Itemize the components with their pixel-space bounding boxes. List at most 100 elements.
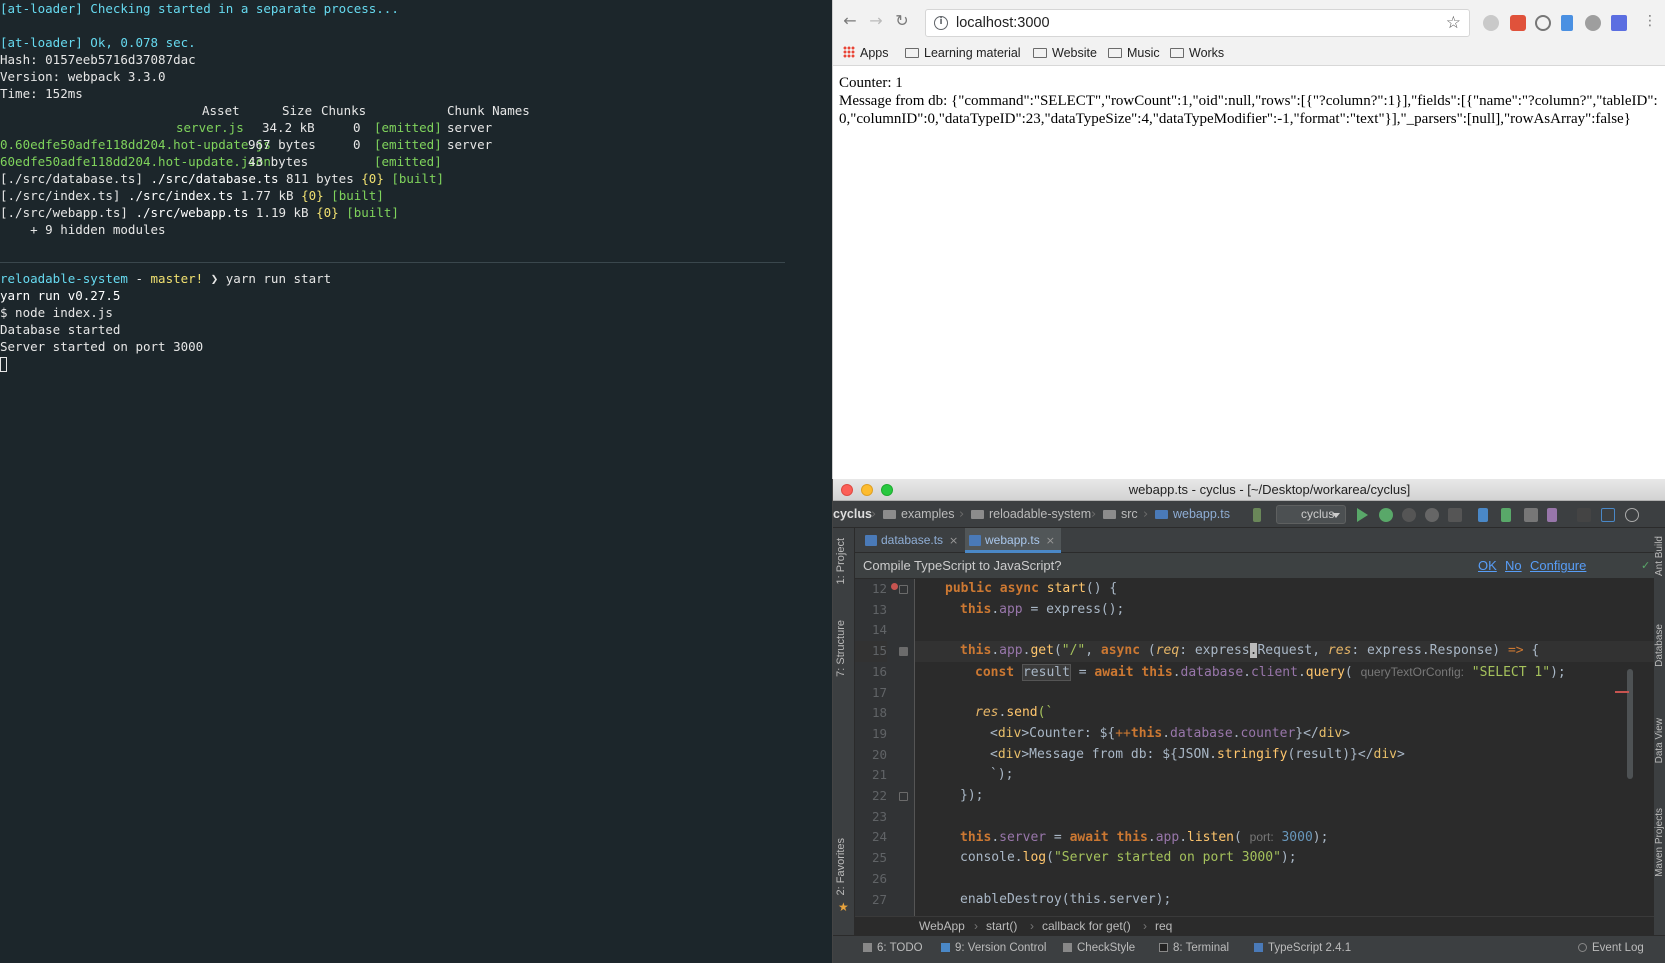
breadcrumb-callback[interactable]: callback for get() (1042, 917, 1131, 935)
tool-tab-data-view[interactable]: Data View (1654, 718, 1665, 763)
terminal-line: Hash: 0157eeb5716d37087dac (0, 51, 444, 68)
editor-scrollbar-thumb[interactable] (1627, 669, 1633, 779)
nav-crumb-examples[interactable]: examples (883, 507, 955, 521)
fold-marker-icon[interactable] (899, 585, 908, 594)
vcs-revert-icon[interactable] (1547, 508, 1557, 522)
close-tab-icon[interactable]: × (1046, 534, 1055, 547)
ublock-icon[interactable] (1510, 15, 1526, 31)
bookmark-works[interactable]: Works (1170, 45, 1224, 61)
module-path: ./src/index.ts (127, 188, 234, 203)
bookmark-learning-material[interactable]: Learning material (905, 45, 1021, 61)
nav-crumb-reloadable-system[interactable]: reloadable-system (971, 507, 1091, 521)
banner-no-link[interactable]: No (1505, 553, 1522, 579)
vcs-commit-icon[interactable] (1501, 508, 1511, 522)
method-name: get (1030, 643, 1054, 659)
editor-breadcrumb: WebApp › start() › callback for get() › … (855, 916, 1654, 935)
run-configuration-select[interactable]: cyclus (1276, 505, 1346, 524)
build-icon[interactable] (1253, 508, 1261, 522)
breadcrumb-class[interactable]: WebApp (919, 917, 965, 935)
banner-configure-link[interactable]: Configure (1530, 553, 1586, 579)
nav-crumb-file[interactable]: webapp.ts (1155, 507, 1230, 521)
forward-arrow-icon[interactable]: → (867, 12, 885, 30)
terminal-split-divider[interactable] (0, 262, 785, 263)
run-play-icon[interactable] (1357, 508, 1368, 522)
todo-icon (863, 943, 872, 952)
status-typescript[interactable]: TypeScript 2.4.1 (1254, 942, 1351, 954)
fold-marker-icon[interactable] (899, 647, 908, 656)
nav-crumb-project[interactable]: cyclus (833, 507, 872, 521)
code-editor[interactable]: 12 13 14 15 16 17 18 19 20 21 22 23 24 2… (855, 579, 1654, 916)
ide-window-title: webapp.ts - cyclus - [~/Desktop/workarea… (1128, 482, 1411, 497)
vue-devtools-icon[interactable] (1561, 15, 1573, 31)
breadcrumb-param[interactable]: req (1155, 917, 1172, 935)
stop-icon[interactable] (1448, 508, 1462, 522)
compile-notification-banner: Compile TypeScript to JavaScript? OK No … (855, 553, 1654, 579)
tool-tab-ant-build[interactable]: Ant Build (1654, 536, 1665, 576)
ide-window[interactable]: webapp.ts - cyclus - [~/Desktop/workarea… (832, 479, 1665, 963)
keyword: this (960, 643, 992, 659)
profile-icon[interactable] (1425, 508, 1439, 522)
code-text: () { (1085, 581, 1118, 596)
stop-square-icon[interactable] (1577, 508, 1591, 522)
extension-icon[interactable] (1535, 15, 1551, 31)
terminal-cursor-line (0, 355, 785, 372)
override-marker-icon[interactable] (891, 583, 898, 590)
status-terminal[interactable]: 8: Terminal (1159, 942, 1229, 954)
search-icon[interactable] (1625, 508, 1639, 522)
extension-icon[interactable] (1585, 15, 1601, 31)
bookmark-music[interactable]: Music (1108, 45, 1160, 61)
status-checkstyle[interactable]: CheckStyle (1063, 942, 1135, 954)
module-built: [built] (391, 171, 445, 186)
tool-tab-structure[interactable]: 7: Structure (835, 620, 847, 677)
chevron-right-icon: › (974, 919, 978, 933)
editor-gutter: 12 13 14 15 16 17 18 19 20 21 22 23 24 2… (855, 579, 915, 916)
member: counter (1240, 725, 1296, 741)
tool-tab-database[interactable]: Database (1654, 624, 1665, 667)
code-text: . (991, 643, 1000, 659)
tab-webapp-ts[interactable]: webapp.ts × (965, 528, 1061, 553)
tool-tab-maven-projects[interactable]: Maven Projects (1654, 808, 1665, 877)
bookmark-star-icon[interactable]: ☆ (1446, 13, 1461, 33)
reload-icon[interactable]: ↻ (893, 12, 911, 30)
status-todo[interactable]: 6: TODO (863, 942, 923, 954)
fold-marker-icon[interactable] (899, 792, 908, 801)
back-arrow-icon[interactable]: ← (841, 12, 859, 30)
bookmark-website[interactable]: Website (1033, 45, 1097, 61)
tab-database-ts[interactable]: database.ts × (861, 528, 958, 553)
star-icon: ★ (838, 900, 849, 914)
project-structure-icon[interactable] (1601, 508, 1615, 522)
address-url[interactable]: localhost:3000 (956, 15, 1050, 31)
status-label: TypeScript 2.4.1 (1268, 942, 1352, 954)
extension-icon[interactable] (1611, 15, 1627, 31)
browser-window[interactable]: ← → ↻ i localhost:3000 ☆ ⋮ Apps Learning… (832, 0, 1665, 479)
terminal-line: Time: 152ms (0, 86, 83, 101)
keyword: public (945, 581, 1000, 596)
nav-crumb-src[interactable]: src (1103, 507, 1138, 521)
line-number: 15 (855, 641, 887, 662)
info-icon[interactable]: i (934, 16, 948, 30)
folder-icon (1103, 510, 1116, 519)
breadcrumb-method[interactable]: start() (986, 917, 1017, 935)
method-name: send (1006, 705, 1038, 721)
banner-ok-link[interactable]: OK (1478, 553, 1497, 579)
vcs-update-icon[interactable] (1478, 508, 1488, 522)
line-number: 21 (871, 767, 887, 783)
extension-icon[interactable] (1483, 15, 1499, 31)
debug-bug-icon[interactable] (1379, 508, 1393, 522)
coverage-icon[interactable] (1402, 508, 1416, 522)
terminal-bottom-pane[interactable]: reloadable-system - master! ❯ yarn run s… (0, 270, 785, 963)
error-stripe-marker[interactable] (1615, 691, 1629, 693)
number: 3000 (1281, 830, 1313, 846)
code-text: Request, (1257, 643, 1328, 659)
address-bar[interactable]: i localhost:3000 ☆ (925, 9, 1470, 37)
close-tab-icon[interactable]: × (949, 534, 958, 547)
vcs-history-icon[interactable] (1524, 508, 1538, 522)
tool-tab-project[interactable]: 1: Project (835, 538, 847, 584)
terminal-window[interactable]: [at-loader] Checking started in a separa… (0, 0, 785, 963)
status-version-control[interactable]: 9: Version Control (941, 942, 1046, 954)
status-event-log[interactable]: Event Log (1578, 942, 1644, 954)
menu-kebab-icon[interactable]: ⋮ (1641, 12, 1659, 30)
bookmark-apps[interactable]: Apps (843, 45, 889, 61)
terminal-top-pane[interactable]: [at-loader] Checking started in a separa… (0, 0, 785, 262)
tool-tab-favorites[interactable]: 2: Favorites (835, 838, 847, 895)
